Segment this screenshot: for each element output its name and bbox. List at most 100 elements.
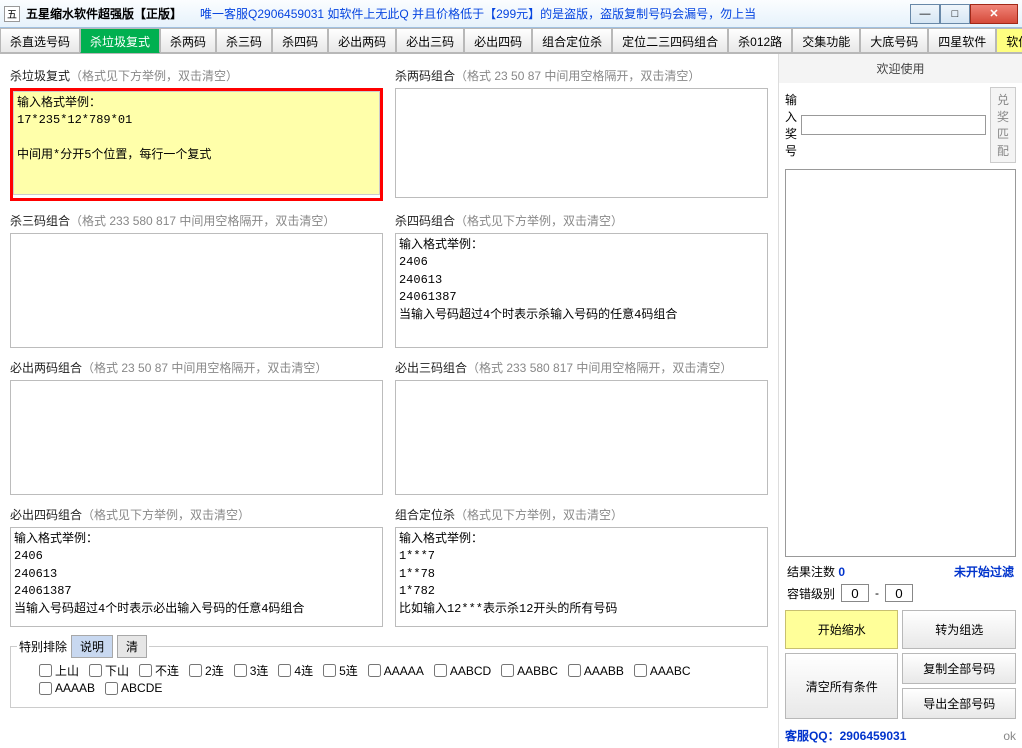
check-上山[interactable]: 上山 [39, 662, 79, 679]
check-label: 3连 [250, 662, 269, 679]
checkbox-5连[interactable] [323, 664, 336, 677]
must-3code-textarea[interactable] [395, 380, 768, 495]
checkbox-不连[interactable] [139, 664, 152, 677]
check-label: AABCD [450, 664, 491, 678]
check-4连[interactable]: 4连 [278, 662, 313, 679]
tolerance-from-input[interactable] [841, 584, 869, 602]
check-下山[interactable]: 下山 [89, 662, 129, 679]
checkbox-AAAAB[interactable] [39, 682, 52, 695]
check-2连[interactable]: 2连 [189, 662, 224, 679]
group-title: 杀三码组合 [10, 214, 70, 228]
clear-all-cond-button[interactable]: 清空所有条件 [785, 653, 899, 719]
check-label: 4连 [294, 662, 313, 679]
checkbox-AABBC[interactable] [501, 664, 514, 677]
check-不连[interactable]: 不连 [139, 662, 179, 679]
group-title: 杀四码组合 [395, 214, 455, 228]
check-AAAAA[interactable]: AAAAA [368, 662, 424, 679]
checkbox-ABCDE[interactable] [105, 682, 118, 695]
group-hint: （格式见下方举例，双击清空） [70, 69, 238, 83]
tab-7[interactable]: 必出四码 [464, 28, 532, 53]
checkbox-AAAAA[interactable] [368, 664, 381, 677]
check-label: 不连 [155, 662, 179, 679]
check-3连[interactable]: 3连 [234, 662, 269, 679]
check-AAABC[interactable]: AAABC [634, 662, 691, 679]
must-2code-textarea[interactable] [10, 380, 383, 495]
tab-3[interactable]: 杀三码 [216, 28, 272, 53]
combo-pos-kill-textarea[interactable] [395, 527, 768, 627]
checkbox-AABCD[interactable] [434, 664, 447, 677]
tab-4[interactable]: 杀四码 [272, 28, 328, 53]
tab-1[interactable]: 杀垃圾复式 [80, 28, 160, 53]
checkbox-AAABB[interactable] [568, 664, 581, 677]
close-button[interactable]: ✕ [970, 4, 1018, 24]
tab-2[interactable]: 杀两码 [160, 28, 216, 53]
input-prize-label: 输入奖号 [785, 91, 797, 159]
check-label: AABBC [517, 664, 558, 678]
clear-button[interactable]: 清 [117, 635, 147, 658]
export-all-button[interactable]: 导出全部号码 [902, 688, 1016, 719]
tab-14[interactable]: 软件注册 [996, 28, 1022, 53]
explain-button[interactable]: 说明 [71, 635, 113, 658]
tab-9[interactable]: 定位二三四码组合 [612, 28, 728, 53]
group-title: 杀两码组合 [395, 69, 455, 83]
check-AAABB[interactable]: AAABB [568, 662, 624, 679]
group-hint: （格式 23 50 87 中间用空格隔开，双击清空） [455, 69, 700, 83]
group-hint: （格式 233 580 817 中间用空格隔开，双击清空） [70, 214, 335, 228]
checkbox-3连[interactable] [234, 664, 247, 677]
special-exclude-label: 特别排除 [19, 638, 67, 655]
support-qq: 客服QQ：2906459031 [785, 727, 906, 744]
copy-all-button[interactable]: 复制全部号码 [902, 653, 1016, 684]
check-AAAAB[interactable]: AAAAB [39, 681, 95, 695]
group-hint: （格式见下方举例，双击清空） [82, 508, 250, 522]
minimize-button[interactable]: — [910, 4, 940, 24]
group-title: 必出四码组合 [10, 508, 82, 522]
filter-status: 未开始过滤 [954, 563, 1014, 580]
tab-10[interactable]: 杀012路 [728, 28, 792, 53]
start-shrink-button[interactable]: 开始缩水 [785, 610, 899, 649]
tab-13[interactable]: 四星软件 [928, 28, 996, 53]
result-listbox[interactable] [785, 169, 1016, 557]
checkbox-2连[interactable] [189, 664, 202, 677]
tab-6[interactable]: 必出三码 [396, 28, 464, 53]
main-tabs: 杀直选号码杀垃圾复式杀两码杀三码杀四码必出两码必出三码必出四码组合定位杀定位二三… [0, 28, 1022, 54]
special-exclude-fieldset: 特别排除 说明 清 上山 下山 不连 2连 3连 4连 5连 AAAAA AABCD AABBC A… [10, 635, 768, 708]
check-AABCD[interactable]: AABCD [434, 662, 491, 679]
check-label: AAAAA [384, 664, 424, 678]
check-AABBC[interactable]: AABBC [501, 662, 558, 679]
highlight-frame [10, 88, 383, 201]
tab-5[interactable]: 必出两码 [328, 28, 396, 53]
must-4code-textarea[interactable] [10, 527, 383, 627]
group-hint: （格式见下方举例，双击清空） [455, 214, 623, 228]
to-group-button[interactable]: 转为组选 [902, 610, 1016, 649]
tolerance-label: 容错级别 [787, 585, 835, 602]
group-title: 组合定位杀 [395, 508, 455, 522]
group-title: 杀垃圾复式 [10, 69, 70, 83]
result-count-value: 0 [838, 565, 845, 579]
checkbox-下山[interactable] [89, 664, 102, 677]
group-hint: （格式 233 580 817 中间用空格隔开，双击清空） [467, 361, 732, 375]
result-count-label: 结果注数 [787, 565, 835, 579]
check-label: 下山 [105, 662, 129, 679]
group-title: 必出两码组合 [10, 361, 82, 375]
checkbox-4连[interactable] [278, 664, 291, 677]
tab-8[interactable]: 组合定位杀 [532, 28, 612, 53]
app-name: 五星缩水软件超强版【正版】 [26, 5, 182, 22]
match-button[interactable]: 兑奖匹配 [990, 87, 1016, 163]
kill-4code-textarea[interactable] [395, 233, 768, 348]
checkbox-AAABC[interactable] [634, 664, 647, 677]
maximize-button[interactable]: □ [940, 4, 970, 24]
group-hint: （格式 23 50 87 中间用空格隔开，双击清空） [82, 361, 327, 375]
check-label: AAABB [584, 664, 624, 678]
tolerance-to-input[interactable] [885, 584, 913, 602]
tab-12[interactable]: 大底号码 [860, 28, 928, 53]
title-bar: 五 五星缩水软件超强版【正版】 唯一客服Q2906459031 如软件上无此Q … [0, 0, 1022, 28]
kill-2code-textarea[interactable] [395, 88, 768, 198]
prize-number-input[interactable] [801, 115, 986, 135]
kill-garbage-textarea[interactable] [13, 91, 380, 195]
tab-0[interactable]: 杀直选号码 [0, 28, 80, 53]
kill-3code-textarea[interactable] [10, 233, 383, 348]
checkbox-上山[interactable] [39, 664, 52, 677]
check-ABCDE[interactable]: ABCDE [105, 681, 162, 695]
tab-11[interactable]: 交集功能 [792, 28, 860, 53]
check-5连[interactable]: 5连 [323, 662, 358, 679]
